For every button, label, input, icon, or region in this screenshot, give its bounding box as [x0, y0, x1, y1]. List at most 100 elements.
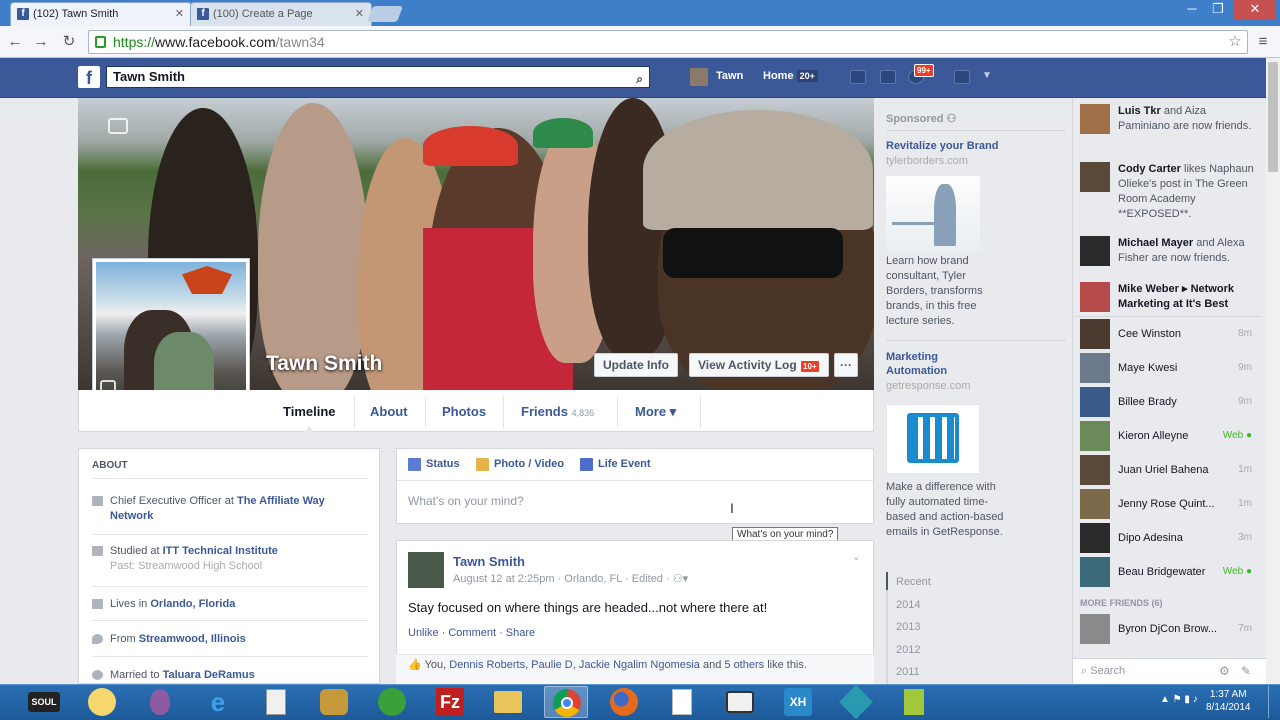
ticker-item[interactable]: Michael Mayer and Alexa Fisher are now f… — [1080, 236, 1260, 266]
window-close-icon[interactable]: ✕ — [1234, 0, 1276, 20]
ticker-item[interactable]: Mike Weber ▸ Network Marketing at It's B… — [1080, 282, 1260, 312]
taskbar-notepad-icon[interactable] — [254, 686, 298, 718]
composer-life-event-tab[interactable]: Life Event — [580, 458, 651, 471]
ad-title[interactable]: Marketing Automation — [886, 350, 976, 378]
chat-contact[interactable]: Maye Kwesi 9m — [1078, 353, 1258, 383]
taskbar-internet-explorer-icon[interactable]: e — [196, 686, 240, 718]
search-icon[interactable]: ⌕ — [636, 69, 643, 89]
messages-icon[interactable] — [880, 70, 896, 84]
bookmark-star-icon[interactable]: ☆ — [1224, 31, 1246, 53]
taskbar-document-icon[interactable] — [660, 686, 704, 718]
taskbar-tor-icon[interactable] — [138, 686, 182, 718]
taskbar-filezilla-icon[interactable]: Fz — [428, 686, 472, 718]
ad-title[interactable]: Revitalize your Brand — [886, 140, 998, 152]
close-tab-icon[interactable]: ✕ — [355, 3, 364, 25]
chat-contact[interactable]: Jenny Rose Quint... 1m — [1078, 489, 1258, 519]
chat-contact[interactable]: Juan Uriel Bahena 1m — [1078, 455, 1258, 485]
chat-contact[interactable]: Beau Bridgewater Web ● — [1078, 557, 1258, 587]
reload-icon[interactable]: ↻ — [58, 31, 80, 53]
chat-contact[interactable]: Byron DjCon Brow... 7m — [1078, 614, 1258, 644]
taskbar-chrome-icon[interactable] — [544, 686, 588, 718]
browser-tab-active[interactable]: f (102) Tawn Smith ✕ — [10, 2, 192, 26]
ticker-item[interactable]: Cody Carter likes Naphaun Olieke's post … — [1080, 162, 1260, 224]
composer-status-tab[interactable]: Status — [408, 458, 460, 471]
system-clock[interactable]: 1:37 AM 8/14/2014 — [1206, 688, 1251, 714]
facebook-search-input[interactable]: Tawn Smith ⌕ — [106, 66, 650, 88]
status-input[interactable]: What's on your mind? — [408, 494, 524, 508]
minimize-icon[interactable]: ─ — [1180, 0, 1204, 20]
ad-url[interactable]: tylerborders.com — [886, 155, 968, 167]
privacy-shortcuts-icon[interactable] — [954, 70, 970, 84]
tab-more[interactable]: More ▾ — [635, 404, 676, 420]
year-recent[interactable]: Recent — [896, 576, 931, 588]
forward-icon[interactable]: → — [30, 31, 52, 53]
likes-names-link[interactable]: Dennis Roberts, Paulie D, Jackie Ngalim … — [449, 659, 700, 671]
taskbar-app-icon[interactable] — [892, 686, 936, 718]
address-bar[interactable]: https://www.facebook.com/tawn34 — [88, 30, 1248, 54]
chat-settings-gear-icon[interactable]: ⚙ — [1219, 664, 1230, 678]
taskbar-app-icon[interactable] — [312, 686, 356, 718]
contact-status: Web ● — [1223, 421, 1252, 451]
post-menu-chevron-icon[interactable]: ⌄ — [852, 552, 860, 563]
facebook-logo-icon[interactable]: f — [78, 66, 100, 88]
tab-friends[interactable]: Friends 4,836 — [521, 404, 594, 419]
clock-time: 1:37 AM — [1209, 689, 1247, 700]
maximize-icon[interactable]: ❐ — [1206, 0, 1230, 20]
ticker-avatar — [1080, 282, 1110, 312]
likes-others-link[interactable]: 5 others — [724, 659, 764, 671]
view-activity-log-button[interactable]: View Activity Log 10+ — [689, 353, 829, 377]
ticker-avatar — [1080, 236, 1110, 266]
taskbar-file-explorer-icon[interactable] — [486, 686, 530, 718]
ad-choices-icon[interactable]: ⚇ — [947, 113, 957, 125]
taskbar-app-icon[interactable] — [834, 685, 878, 719]
about-lives-link[interactable]: Orlando, Florida — [150, 598, 235, 610]
taskbar-app-icon[interactable] — [80, 686, 124, 718]
update-info-button[interactable]: Update Info — [594, 353, 678, 377]
profile-link[interactable]: Tawn — [716, 70, 743, 82]
chat-contact[interactable]: Cee Winston 8m — [1078, 319, 1258, 349]
ticker-item[interactable]: Luis Tkr and Aiza Paminiano are now frie… — [1080, 104, 1260, 150]
chat-search-input[interactable]: ⌕ Search — [1081, 665, 1125, 678]
chat-contact[interactable]: Dipo Adesina 3m — [1078, 523, 1258, 553]
post-author-name[interactable]: Tawn Smith — [453, 554, 525, 569]
user-avatar[interactable] — [690, 68, 708, 86]
taskbar-firefox-icon[interactable] — [602, 686, 646, 718]
about-education-link[interactable]: ITT Technical Institute — [163, 545, 278, 557]
new-message-icon[interactable]: ✎ — [1241, 664, 1251, 678]
new-tab-button[interactable] — [367, 6, 403, 22]
tab-timeline[interactable]: Timeline — [283, 404, 336, 419]
close-tab-icon[interactable]: ✕ — [175, 3, 184, 25]
change-cover-camera-icon[interactable] — [108, 118, 128, 134]
home-link[interactable]: Home 20+ — [763, 70, 818, 82]
tray-icons[interactable]: ▲ ⚑ ▮ ♪ — [1160, 694, 1198, 705]
post-author-avatar[interactable] — [408, 552, 444, 588]
composer-photo-tab[interactable]: Photo / Video — [476, 458, 564, 471]
friend-requests-icon[interactable] — [850, 70, 866, 84]
account-dropdown-icon[interactable]: ▼ — [982, 70, 992, 81]
tab-photos[interactable]: Photos — [442, 404, 486, 419]
about-relationship-link[interactable]: Taluara DeRamus — [163, 669, 255, 681]
taskbar-app-icon[interactable] — [718, 686, 762, 718]
taskbar-xh-icon[interactable]: XH — [776, 686, 820, 718]
chat-contact[interactable]: Billee Brady 9m — [1078, 387, 1258, 417]
menu-icon[interactable]: ≡ — [1252, 31, 1274, 53]
chat-contact[interactable]: Kieron Alleyne Web ● — [1078, 421, 1258, 451]
browser-tab[interactable]: f (100) Create a Page ✕ — [190, 2, 372, 26]
more-options-button[interactable]: ··· — [834, 353, 858, 377]
audience-icon[interactable]: ⚇▾ — [673, 573, 688, 585]
taskbar-app-icon[interactable] — [370, 686, 414, 718]
post-actions[interactable]: Unlike · Comment · Share — [408, 627, 535, 639]
back-icon[interactable]: ← — [4, 31, 26, 53]
ad-image[interactable] — [886, 176, 980, 252]
ad-url[interactable]: getresponse.com — [886, 380, 970, 392]
year-2012[interactable]: 2012 — [896, 644, 920, 656]
taskbar-app-sound-icon[interactable]: SOUL — [22, 686, 66, 718]
show-desktop-button[interactable] — [1268, 686, 1278, 718]
year-2011[interactable]: 2011 — [896, 666, 920, 678]
ad-image[interactable] — [886, 404, 980, 474]
tab-about[interactable]: About — [370, 404, 408, 419]
about-from-link[interactable]: Streamwood, Illinois — [139, 633, 246, 645]
scrollbar-thumb[interactable] — [1268, 62, 1278, 172]
year-2014[interactable]: 2014 — [896, 599, 920, 611]
year-2013[interactable]: 2013 — [896, 621, 920, 633]
